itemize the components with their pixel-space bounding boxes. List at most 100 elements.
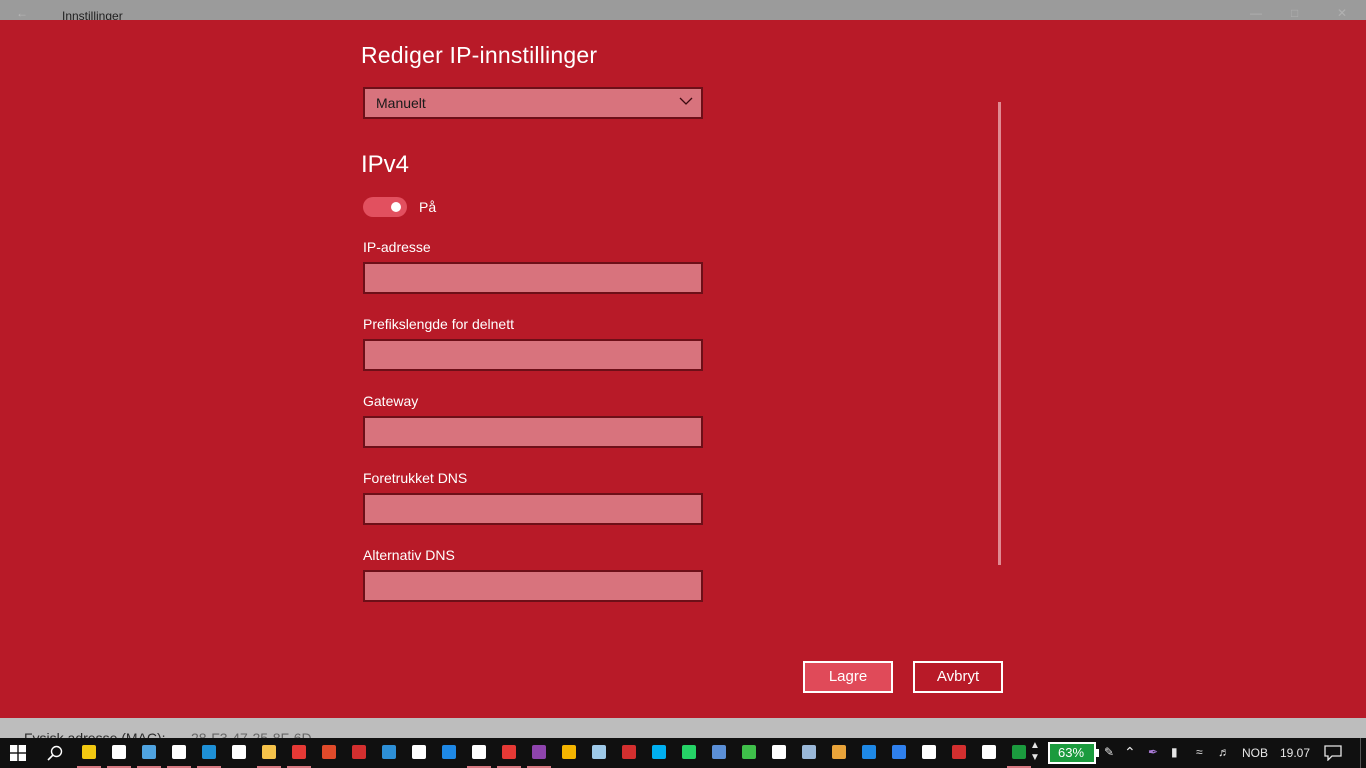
taskbar-app-tips[interactable] bbox=[164, 738, 194, 768]
clock[interactable]: 19.07 bbox=[1280, 746, 1310, 760]
battery-terminal bbox=[1096, 749, 1099, 757]
maximize-icon[interactable]: □ bbox=[1291, 6, 1298, 20]
red-app-icon bbox=[322, 745, 336, 759]
battery-icon[interactable]: ▮ bbox=[1171, 745, 1178, 759]
taskbar-app-store[interactable] bbox=[74, 738, 104, 768]
gateway-input[interactable] bbox=[363, 416, 703, 448]
calculator-icon bbox=[982, 745, 996, 759]
minimize-icon[interactable]: — bbox=[1250, 6, 1262, 20]
notepad-icon bbox=[592, 745, 606, 759]
windows-logo-icon bbox=[10, 745, 26, 761]
taskbar-app-settings[interactable] bbox=[104, 738, 134, 768]
ip-address-label: IP-adresse bbox=[363, 239, 431, 255]
camera-icon bbox=[472, 745, 486, 759]
paint-icon bbox=[832, 745, 846, 759]
taskbar-app-skype[interactable] bbox=[644, 738, 674, 768]
save-button[interactable]: Lagre bbox=[803, 661, 893, 693]
green-app-icon bbox=[1012, 745, 1026, 759]
taskbar-app-red-app[interactable] bbox=[314, 738, 344, 768]
store-icon bbox=[82, 745, 96, 759]
taskbar-app-camera[interactable] bbox=[464, 738, 494, 768]
alternate-dns-input[interactable] bbox=[363, 570, 703, 602]
cancel-button[interactable]: Avbryt bbox=[913, 661, 1003, 693]
taskbar-app-remote-desktop[interactable] bbox=[854, 738, 884, 768]
input-language[interactable]: NOB bbox=[1242, 746, 1268, 760]
tips-icon bbox=[172, 745, 186, 759]
feather-icon[interactable]: ✒ bbox=[1148, 745, 1158, 759]
taskbar-app-messenger[interactable] bbox=[884, 738, 914, 768]
lock-app-icon bbox=[292, 745, 306, 759]
taskbar-app-opera[interactable] bbox=[494, 738, 524, 768]
edge-icon bbox=[442, 745, 456, 759]
blue-app-icon bbox=[382, 745, 396, 759]
show-desktop-button[interactable] bbox=[1360, 738, 1366, 768]
taskbar-app-blue-app[interactable] bbox=[374, 738, 404, 768]
taskbar-app-onenote[interactable] bbox=[524, 738, 554, 768]
chevron-up-icon[interactable]: ⌃ bbox=[1124, 744, 1136, 761]
ip-mode-selected-value: Manuelt bbox=[376, 95, 426, 111]
scroll-arrows-icon[interactable]: ▲ ▼ bbox=[1030, 740, 1040, 764]
taskbar-app-outlook[interactable] bbox=[134, 738, 164, 768]
wifi-icon[interactable]: ≈ bbox=[1196, 745, 1203, 759]
calculator-red-icon bbox=[622, 745, 636, 759]
taskbar-app-alarm[interactable] bbox=[764, 738, 794, 768]
taskbar-app-notepad[interactable] bbox=[584, 738, 614, 768]
mail-icon bbox=[412, 745, 426, 759]
dialog-scrollbar[interactable] bbox=[998, 102, 1001, 565]
notification-center-icon[interactable] bbox=[1324, 745, 1342, 761]
taskbar-app-calculator-red[interactable] bbox=[614, 738, 644, 768]
taskbar-app-paint[interactable] bbox=[824, 738, 854, 768]
taskbar-app-pdf[interactable] bbox=[944, 738, 974, 768]
taskbar-app-l-app[interactable] bbox=[194, 738, 224, 768]
opera-icon bbox=[502, 745, 516, 759]
dropbox-icon bbox=[922, 745, 936, 759]
settings-icon bbox=[112, 745, 126, 759]
l-app-icon bbox=[202, 745, 216, 759]
file-explorer-icon bbox=[262, 745, 276, 759]
taskbar-app-edge[interactable] bbox=[434, 738, 464, 768]
ipv4-toggle[interactable] bbox=[363, 197, 407, 217]
chrome-icon bbox=[562, 745, 576, 759]
skype-icon bbox=[652, 745, 666, 759]
taskbar: ▲ ▼ 63% ✎ ⌃ ✒ ▮ ≈ ♬ NOB 19.07 bbox=[0, 738, 1366, 768]
toggle-state-label: På bbox=[419, 199, 437, 215]
taskbar-app-mail[interactable] bbox=[404, 738, 434, 768]
ip-address-input[interactable] bbox=[363, 262, 703, 294]
messenger-icon bbox=[892, 745, 906, 759]
ipv4-heading: IPv4 bbox=[361, 151, 410, 178]
pdf-icon bbox=[952, 745, 966, 759]
taskbar-app-news[interactable] bbox=[344, 738, 374, 768]
title-bar: ← Innstillinger — □ ✕ bbox=[0, 0, 1366, 23]
translator-icon bbox=[712, 745, 726, 759]
start-button[interactable] bbox=[0, 738, 36, 768]
taskbar-app-dropbox[interactable] bbox=[914, 738, 944, 768]
search-button[interactable] bbox=[40, 738, 70, 768]
edit-ip-settings-dialog: Rediger IP-innstillinger Manuelt IPv4 På… bbox=[0, 20, 1366, 718]
preferred-dns-input[interactable] bbox=[363, 493, 703, 525]
taskbar-app-whatsapp[interactable] bbox=[674, 738, 704, 768]
outlook-icon bbox=[142, 745, 156, 759]
taskbar-app-lock-app[interactable] bbox=[284, 738, 314, 768]
taskbar-app-file-explorer[interactable] bbox=[254, 738, 284, 768]
remote-desktop-icon bbox=[862, 745, 876, 759]
preferred-dns-label: Foretrukket DNS bbox=[363, 470, 468, 486]
subnet-prefix-label: Prefikslengde for delnett bbox=[363, 316, 514, 332]
taskbar-app-share[interactable] bbox=[224, 738, 254, 768]
taskbar-app-translator[interactable] bbox=[704, 738, 734, 768]
gateway-label: Gateway bbox=[363, 393, 419, 409]
taskbar-app-chrome[interactable] bbox=[554, 738, 584, 768]
battery-meter[interactable]: 63% bbox=[1048, 742, 1096, 764]
news-icon bbox=[352, 745, 366, 759]
ip-mode-dropdown[interactable]: Manuelt bbox=[363, 87, 703, 119]
taskbar-app-keyboard[interactable] bbox=[794, 738, 824, 768]
taskbar-app-calculator[interactable] bbox=[974, 738, 1004, 768]
alarm-icon bbox=[772, 745, 786, 759]
taskbar-app-line[interactable] bbox=[734, 738, 764, 768]
subnet-prefix-input[interactable] bbox=[363, 339, 703, 371]
whatsapp-icon bbox=[682, 745, 696, 759]
back-arrow-icon[interactable]: ← bbox=[16, 6, 28, 20]
volume-icon[interactable]: ♬ bbox=[1218, 745, 1230, 759]
close-icon[interactable]: ✕ bbox=[1337, 6, 1347, 20]
chevron-down-icon bbox=[679, 97, 693, 105]
pen-icon[interactable]: ✎ bbox=[1104, 745, 1114, 759]
